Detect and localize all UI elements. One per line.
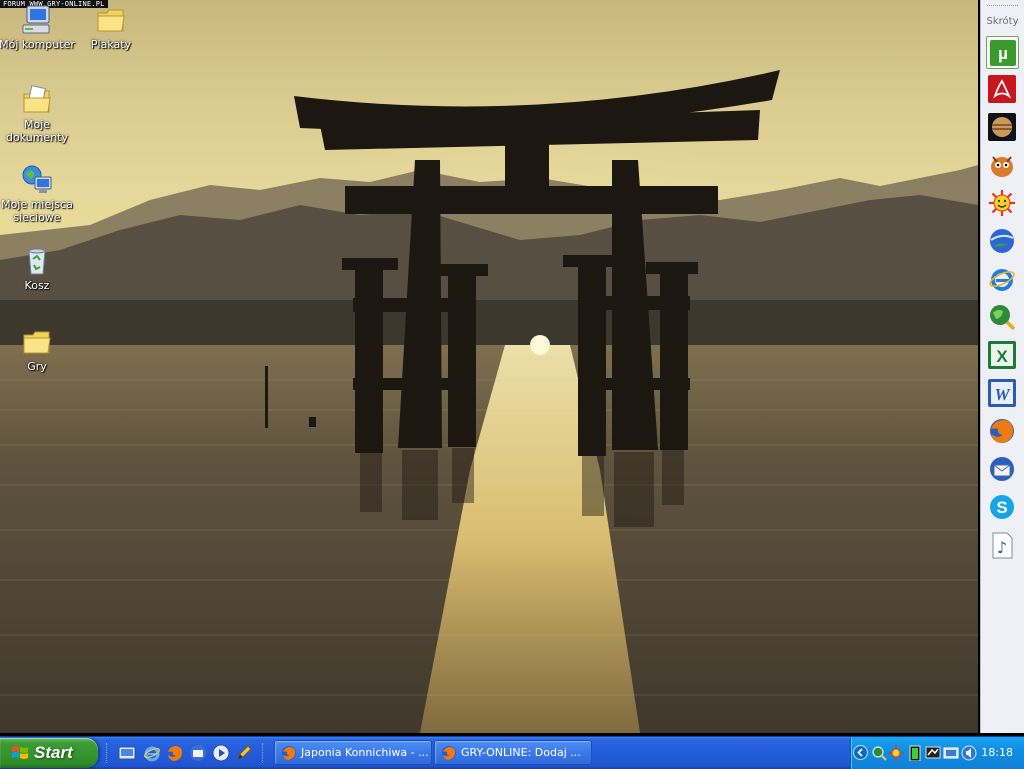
dock-item-firefox[interactable] [986, 415, 1017, 446]
dock-title: Skróty [986, 16, 1019, 27]
show-desktop-icon[interactable] [118, 744, 136, 762]
internet-explorer-icon[interactable] [143, 744, 161, 762]
skype-icon: S [989, 494, 1014, 519]
thunderbird-icon[interactable] [189, 744, 207, 762]
dock-item-sun-app[interactable] [986, 187, 1017, 218]
firefox-icon [442, 746, 456, 760]
excel-glyph: X [996, 347, 1008, 366]
start-label: Start [34, 743, 73, 762]
recycle-bin-icon [28, 248, 46, 275]
dock-item-gadu-gadu[interactable] [986, 149, 1017, 180]
dock-item-google-earth[interactable] [986, 225, 1017, 256]
desktop-icon-label: Moje dokumenty [6, 118, 68, 144]
firefox-icon[interactable] [166, 744, 184, 762]
media-player-icon[interactable] [212, 744, 230, 762]
folder-icon [23, 331, 51, 354]
dock-item-celestia[interactable] [986, 111, 1017, 142]
acrobat-icon [987, 74, 1016, 103]
thunderbird-icon [989, 456, 1014, 481]
dock-item-music[interactable]: ♪ [986, 529, 1017, 560]
music-glyph: ♪ [996, 538, 1006, 557]
word-glyph: W [994, 385, 1011, 404]
quicklaunch-grip[interactable] [106, 743, 110, 763]
taskbar-grip[interactable] [262, 743, 266, 763]
folder-icon [97, 9, 125, 32]
my-computer-icon [22, 5, 50, 34]
dock-item-thunderbird[interactable] [986, 453, 1017, 484]
dock-item-internet-explorer[interactable] [986, 263, 1017, 294]
sun-tray-icon[interactable] [888, 745, 904, 761]
chevron-left-icon [857, 748, 863, 757]
taskbar: Start Japonia Konnichiwa - ... GRY-ONLIN… [0, 736, 1024, 769]
windows-flag-icon [12, 746, 28, 759]
dock-item-excel[interactable]: X [986, 339, 1017, 370]
dock-item-skype[interactable]: S [986, 491, 1017, 522]
network-places-icon [22, 165, 52, 193]
desktop-icon-label: Moje miejsca sieciowe [1, 198, 73, 224]
search-tray-icon[interactable] [871, 745, 887, 761]
word-icon: W [987, 378, 1016, 407]
firefox-icon [282, 746, 296, 760]
monitor-tray-icon[interactable] [943, 745, 959, 761]
excel-icon: X [987, 340, 1016, 369]
desktop-icon-label: Gry [27, 360, 47, 373]
utorrent-glyph: µ [998, 44, 1008, 63]
desktop-icon-label: Mój komputer [0, 38, 75, 51]
dock-item-globe-search[interactable] [986, 301, 1017, 332]
globe-magnifier-icon [989, 304, 1015, 330]
internet-explorer-icon [988, 268, 1015, 291]
pencil-icon[interactable] [235, 744, 253, 762]
utorrent-icon: µ [989, 39, 1016, 66]
network-tray-icon[interactable] [925, 745, 941, 761]
firefox-icon [989, 418, 1014, 443]
messenger-animal-icon [990, 155, 1013, 177]
desktop-icon-label: Kosz [24, 279, 50, 292]
task-button-japonia[interactable]: Japonia Konnichiwa - ... [274, 740, 432, 765]
smiling-sun-icon [988, 189, 1015, 216]
torii-sunset-scene [0, 0, 978, 733]
system-tray: 18:18 [850, 737, 1024, 769]
start-button[interactable]: Start [0, 738, 98, 768]
clock[interactable]: 18:18 [981, 746, 1013, 759]
my-documents-icon [23, 85, 51, 113]
dock-item-utorrent[interactable]: µ [986, 36, 1019, 69]
volume-tray-icon[interactable] [961, 745, 977, 761]
desktop-icon-my-documents[interactable]: Moje dokumenty [0, 84, 76, 144]
task-label: Japonia Konnichiwa - ... [301, 746, 429, 759]
desktop-icon-gry[interactable]: Gry [0, 326, 76, 373]
desktop-icon-recycle-bin[interactable]: Kosz [0, 245, 76, 292]
task-button-gry-online[interactable]: GRY-ONLINE: Dodaj ... [434, 740, 592, 765]
desktop-icon-label: Plakaty [90, 38, 132, 51]
desktop-icon-plakaty[interactable]: Plakaty [72, 4, 150, 51]
shortcuts-dock: Skróty µ X W S ♪ [980, 0, 1024, 733]
tray-expand-button[interactable] [853, 745, 868, 760]
desktop-icon-network-places[interactable]: Moje miejsca sieciowe [0, 164, 76, 224]
skype-glyph: S [996, 498, 1007, 517]
dock-item-acrobat[interactable] [986, 73, 1017, 104]
google-earth-icon [989, 228, 1014, 253]
dock-grip[interactable] [987, 5, 1018, 10]
desktop-wallpaper [0, 0, 978, 733]
task-label: GRY-ONLINE: Dodaj ... [461, 746, 581, 759]
dock-item-word[interactable]: W [986, 377, 1017, 408]
desktop-icon-my-computer[interactable]: Mój komputer [0, 4, 76, 51]
planets-icon [987, 112, 1016, 141]
battery-tray-icon[interactable] [907, 745, 923, 761]
music-note-icon: ♪ [992, 532, 1012, 558]
